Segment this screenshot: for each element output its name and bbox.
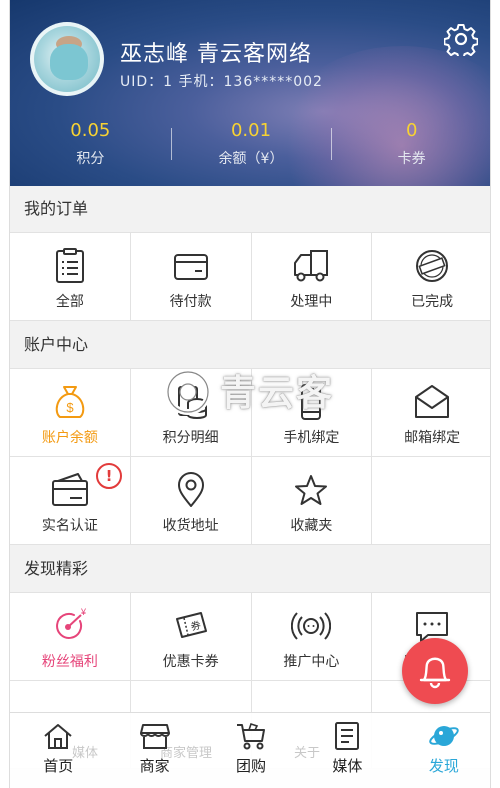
svg-text:$: $ (66, 400, 74, 415)
account-points-detail[interactable]: 积分明细 (130, 369, 251, 456)
discover-label: 优惠卡券 (162, 654, 219, 670)
stat-label: 积分 (76, 151, 105, 167)
wallet-icon (173, 254, 208, 280)
account-label: 收货地址 (162, 518, 219, 534)
stat-points[interactable]: 0.05 积分 (10, 118, 171, 174)
section-title-account: 账户中心 (10, 322, 490, 368)
broadcast-icon (291, 612, 332, 640)
discover-fan-welfare[interactable]: ¥ 粉丝福利 (10, 593, 130, 680)
account-balance[interactable]: $ 账户余额 (10, 369, 130, 456)
completed-stamp-icon (416, 250, 449, 282)
notification-bell-button[interactable] (402, 638, 468, 704)
svg-text:¥: ¥ (80, 607, 87, 617)
warning-badge: ! (96, 463, 122, 489)
money-bag-icon: $ (55, 386, 85, 418)
stat-coupons[interactable]: 0 卡券 (331, 118, 490, 174)
tab-label: 发现 (428, 757, 459, 775)
location-pin-icon (177, 472, 204, 507)
avatar[interactable] (30, 22, 104, 96)
order-label: 全部 (55, 294, 84, 310)
home-icon (44, 724, 72, 749)
account-phone-binding[interactable]: 手机绑定 (251, 369, 372, 456)
shop-icon (139, 724, 170, 749)
phone-icon (301, 384, 322, 420)
coins-icon (177, 386, 207, 419)
cart-icon (237, 722, 266, 750)
empty-cell (372, 457, 490, 544)
order-label: 已完成 (411, 294, 454, 310)
tab-home[interactable]: 首页 (10, 713, 106, 788)
order-all[interactable]: 全部 (10, 233, 130, 320)
discover-promotion[interactable]: 推广中心 (251, 593, 372, 680)
envelope-icon (415, 385, 450, 418)
order-label: 待付款 (169, 294, 212, 310)
order-completed[interactable]: 已完成 (372, 233, 490, 320)
stat-label: 卡券 (397, 151, 426, 167)
gear-icon[interactable] (444, 22, 478, 56)
account-shipping-address[interactable]: 收货地址 (130, 457, 251, 544)
tab-merchant[interactable]: 商家 (106, 713, 202, 788)
account-real-name[interactable]: ! 实名认证 (10, 457, 130, 544)
stat-balance[interactable]: 0.01 余额（¥） (170, 118, 332, 174)
stat-value: 0.01 (230, 120, 272, 141)
document-icon (335, 722, 360, 750)
svg-text:券: 券 (189, 618, 202, 633)
username: 巫志峰 青云客网络 (120, 42, 312, 67)
stats-row: 0.05 积分 0.01 余额（¥） 0 卡券 (10, 118, 490, 174)
tab-label: 团购 (236, 757, 267, 775)
profile-header: 巫志峰 青云客网络 UID：1 手机：136*****002 0.05 积分 0… (10, 0, 490, 186)
tab-group-buy[interactable]: 团购 (203, 713, 299, 788)
tab-discover[interactable]: 发现 (396, 713, 490, 788)
discover-coupons[interactable]: 券 优惠卡券 (130, 593, 251, 680)
tab-label: 媒体 (332, 757, 363, 775)
account-label: 邮箱绑定 (404, 430, 461, 446)
orders-grid: 全部 待付款 处理中 已完成 (10, 232, 490, 321)
section-title-discover: 发现精彩 (10, 546, 490, 592)
stat-label: 余额（¥） (218, 151, 284, 167)
app-frame: 巫志峰 青云客网络 UID：1 手机：136*****002 0.05 积分 0… (9, 0, 491, 788)
truck-icon (294, 250, 329, 282)
stat-value: 0 (405, 120, 418, 141)
tab-label: 商家 (139, 757, 170, 775)
order-pending-payment[interactable]: 待付款 (130, 233, 251, 320)
account-grid: $ 账户余额 积分明细 手机绑定 邮箱绑定 ! 实名认证 收货地址 收藏夹 (10, 368, 490, 545)
tab-media[interactable]: 媒体 (299, 713, 395, 788)
list-icon (55, 248, 84, 283)
fan-welfare-icon: ¥ (55, 607, 87, 639)
order-processing[interactable]: 处理中 (251, 233, 372, 320)
account-label: 实名认证 (41, 518, 98, 534)
id-card-icon (51, 473, 88, 506)
avatar-toy-body (50, 44, 88, 80)
uid-phone-line: UID：1 手机：136*****002 (120, 74, 323, 90)
discover-label: 推广中心 (283, 654, 340, 670)
tab-label: 首页 (43, 757, 74, 775)
order-label: 处理中 (290, 294, 333, 310)
planet-icon (429, 726, 459, 746)
discover-label: 粉丝福利 (41, 654, 98, 670)
star-icon (295, 475, 328, 505)
stat-value: 0.05 (70, 120, 111, 141)
bell-icon (419, 657, 451, 689)
account-label: 收藏夹 (290, 518, 333, 534)
account-email-binding[interactable]: 邮箱绑定 (372, 369, 490, 456)
account-favorites[interactable]: 收藏夹 (251, 457, 372, 544)
account-label: 积分明细 (162, 430, 219, 446)
coupon-icon: 券 (175, 612, 207, 638)
section-title-orders: 我的订单 (10, 186, 490, 232)
account-label: 账户余额 (41, 430, 98, 446)
bottom-tab-bar: 媒体 商家管理 关于 首页 商家 团购 媒体 发现 (10, 712, 490, 788)
account-label: 手机绑定 (283, 430, 340, 446)
